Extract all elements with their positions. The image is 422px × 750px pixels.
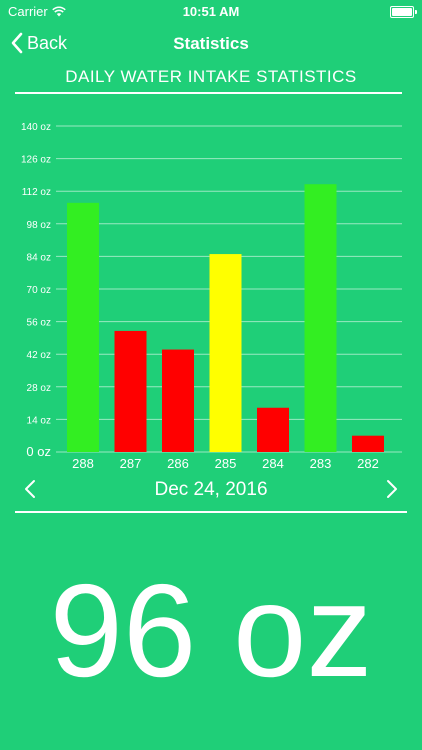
x-tick-label: 286: [167, 456, 189, 471]
next-date-button[interactable]: [380, 478, 402, 500]
bar-288: [67, 202, 99, 452]
chart-y-axis: 0 oz 14 oz 28 oz 42 oz 56 oz 70 oz 84 oz 98 oz 1…: [21, 122, 51, 459]
status-bar: Carrier 10:51 AM: [0, 0, 422, 22]
bar-283: [304, 184, 337, 452]
bar-285: [209, 254, 242, 452]
bar-286: [162, 349, 194, 452]
y-tick-label: 56 oz: [27, 318, 51, 329]
navigation-bar: Back Statistics: [0, 22, 422, 66]
chart-bars: [67, 184, 384, 452]
section-title: DAILY WATER INTAKE STATISTICS: [65, 67, 357, 86]
x-tick-label: 282: [357, 456, 379, 471]
y-tick-label: 140 oz: [21, 122, 51, 133]
water-intake-chart: 0 oz 14 oz 28 oz 42 oz 56 oz 70 oz 84 oz 98 oz 1…: [21, 122, 402, 471]
bar-287: [114, 330, 147, 452]
x-tick-label: 288: [72, 456, 94, 471]
y-tick-label: 70 oz: [27, 285, 51, 296]
y-tick-label: 28 oz: [27, 383, 51, 394]
date-navigator: Dec 24, 2016: [0, 472, 422, 506]
selected-date: Dec 24, 2016: [154, 479, 268, 500]
bar-282: [352, 435, 384, 452]
y-tick-label: 98 oz: [27, 220, 51, 231]
chart-x-axis: 288 287 286 285 284 283 282: [72, 456, 379, 471]
x-tick-label: 283: [310, 456, 332, 471]
y-tick-label: 84 oz: [27, 252, 51, 263]
y-tick-label: 126 oz: [21, 155, 51, 166]
status-time: 10:51 AM: [182, 4, 240, 19]
y-tick-label: 42 oz: [27, 350, 51, 361]
x-tick-label: 284: [262, 456, 284, 471]
bar-284: [257, 407, 289, 452]
y-tick-label: 0 oz: [26, 444, 51, 459]
page-title: Statistics: [173, 34, 249, 53]
total-intake-value: 96 oz: [49, 557, 373, 704]
x-tick-label: 285: [215, 456, 237, 471]
divider-top: [15, 92, 402, 94]
divider-bottom: [15, 511, 407, 513]
x-tick-label: 287: [120, 456, 142, 471]
y-tick-label: 14 oz: [27, 415, 51, 426]
y-tick-label: 112 oz: [22, 187, 51, 198]
battery-icon: [390, 6, 417, 18]
